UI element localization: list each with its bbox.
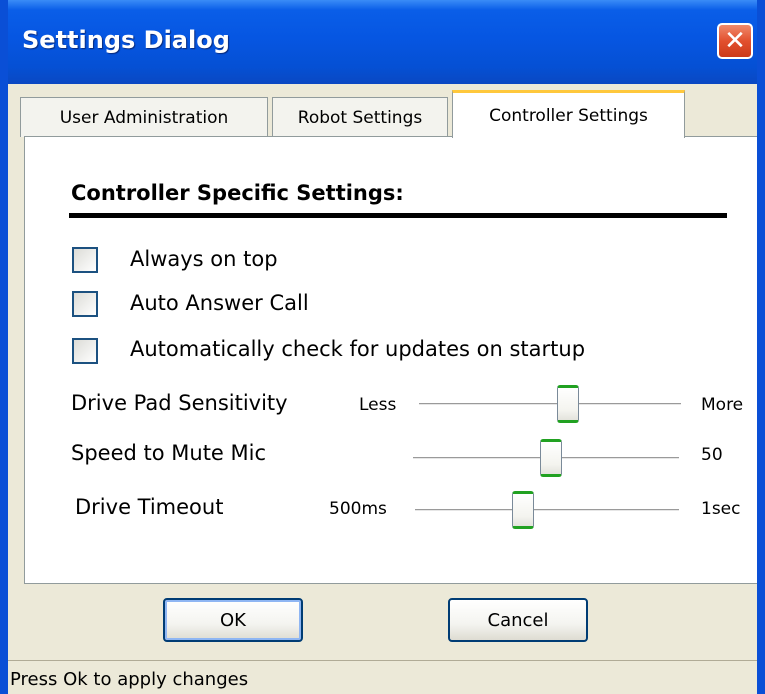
- auto-answer-call-label: Auto Answer Call: [130, 291, 309, 315]
- speed-to-mute-mic-track[interactable]: [413, 439, 679, 477]
- status-text: Press Ok to apply changes: [10, 669, 249, 690]
- tab-user-administration[interactable]: User Administration: [20, 97, 268, 137]
- drive-timeout-thumb[interactable]: [512, 491, 535, 529]
- cancel-button-label: Cancel: [487, 609, 549, 631]
- tab-robot-settings[interactable]: Robot Settings: [272, 97, 448, 137]
- tab-controller-settings[interactable]: Controller Settings: [452, 90, 685, 138]
- window-title: Settings Dialog: [22, 26, 230, 54]
- cancel-button[interactable]: Cancel: [448, 598, 588, 642]
- drive-pad-sensitivity-label: Drive Pad Sensitivity: [71, 391, 288, 415]
- speed-to-mute-mic-thumb[interactable]: [540, 439, 563, 477]
- drive-pad-max-label: More: [701, 395, 744, 415]
- ok-button-label: OK: [220, 609, 246, 631]
- drive-timeout-min-label: 500ms: [329, 499, 387, 519]
- always-on-top-checkbox[interactable]: [72, 247, 98, 273]
- speed-to-mute-mic-label: Speed to Mute Mic: [71, 441, 267, 465]
- speed-to-mute-max-label: 50: [701, 445, 723, 465]
- drive-timeout-max-label: 1sec: [701, 499, 741, 519]
- drive-pad-min-label: Less: [359, 395, 397, 415]
- drive-pad-sensitivity-thumb[interactable]: [557, 385, 580, 423]
- tab-label: User Administration: [59, 107, 229, 128]
- heading-divider: [69, 213, 727, 218]
- check-updates-label: Automatically check for updates on start…: [130, 337, 586, 361]
- tab-label: Robot Settings: [297, 107, 423, 128]
- tab-label: Controller Settings: [489, 105, 648, 126]
- settings-dialog: Settings Dialog ✕ User Administration Ro…: [0, 0, 765, 694]
- drive-timeout-track[interactable]: [415, 491, 679, 529]
- always-on-top-label: Always on top: [130, 247, 278, 271]
- ok-button[interactable]: OK: [163, 598, 303, 642]
- drive-pad-sensitivity-track[interactable]: [419, 385, 681, 423]
- close-button[interactable]: ✕: [717, 23, 753, 59]
- close-icon: ✕: [724, 26, 746, 56]
- drive-timeout-label: Drive Timeout: [75, 495, 224, 519]
- check-updates-checkbox[interactable]: [72, 338, 98, 364]
- controller-settings-panel: Controller Specific Settings: Always on …: [24, 136, 757, 584]
- section-heading: Controller Specific Settings:: [71, 181, 404, 205]
- auto-answer-call-checkbox[interactable]: [72, 291, 98, 317]
- status-bar: Press Ok to apply changes: [8, 660, 757, 694]
- title-bar[interactable]: Settings Dialog ✕: [8, 0, 757, 84]
